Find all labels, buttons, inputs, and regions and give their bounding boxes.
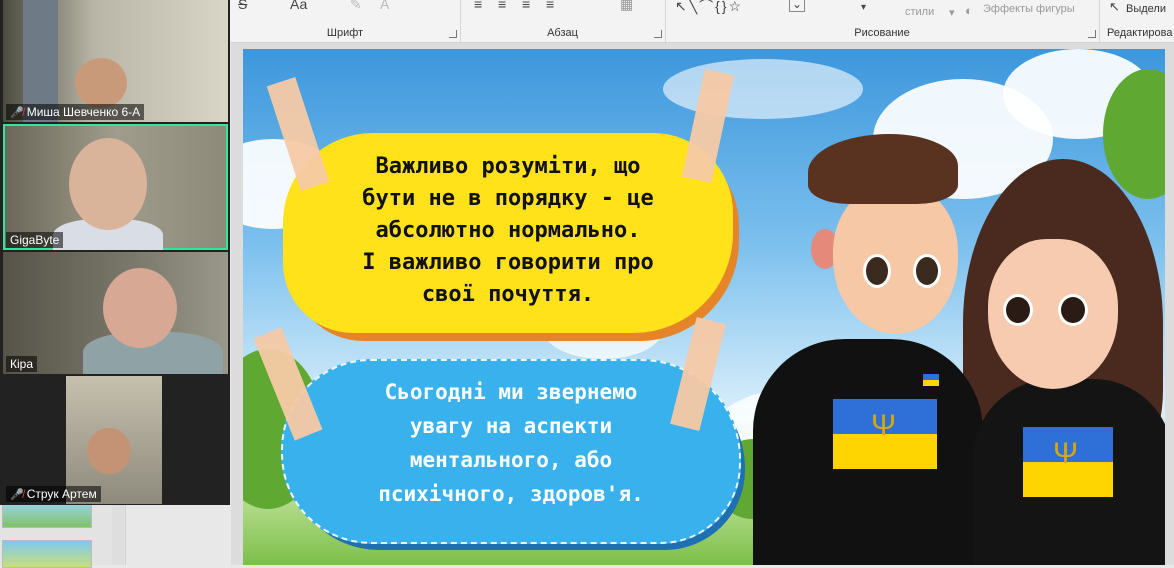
change-case-icon[interactable]: Аа (290, 0, 307, 12)
select-button[interactable]: Выдели (1126, 3, 1166, 15)
participant-head (75, 58, 127, 108)
quick-styles-label[interactable]: стили (905, 6, 934, 18)
drawing-group: ↖╲⌒{}☆ ⌄ ▾ стили ▾ ◐ Эффекты фигуры Рисо… (665, 0, 1100, 42)
align-right-icon[interactable]: ≡ (522, 0, 530, 12)
shape-effects-icon[interactable]: ◐ (965, 3, 973, 18)
boy-eye (863, 254, 891, 288)
text-line: ментального, або (409, 448, 613, 472)
text-line: бути не в порядку - це (362, 186, 654, 211)
boy-face (833, 184, 958, 334)
group-label-editing: Редактирова (1107, 27, 1173, 39)
participant-name: Миша Шевченко 6-А (26, 105, 141, 119)
participant-head (103, 268, 177, 348)
group-label-font: Шрифт (326, 27, 364, 39)
paragraph-group: ≡ ≡ ≡ ≡ ▦ Абзац (460, 0, 666, 42)
shape-effects-button[interactable]: Эффекты фигуры (983, 3, 1075, 15)
slide-thumbnail[interactable] (2, 540, 92, 568)
shapes-gallery-icon[interactable]: ↖╲⌒{}☆ (675, 0, 743, 16)
paragraph-dialog-launcher-icon[interactable] (654, 30, 662, 38)
video-participants-panel: 🎤̸ Миша Шевченко 6-А GigaByte Кіра 🎤̸ Ст… (0, 0, 230, 505)
trident-icon: Ψ (1053, 437, 1079, 470)
text-line: І важливо говорити про (362, 250, 654, 275)
shapes-more-icon[interactable]: ⌄ (789, 0, 805, 12)
text-line: увагу на аспекти (409, 414, 613, 438)
quick-styles-dropdown-icon[interactable]: ▾ (949, 6, 955, 19)
text-line: Сьогодні ми звернемо (384, 380, 638, 404)
participant-video-tile[interactable]: Кіра (3, 252, 228, 374)
small-flag-badge (923, 374, 939, 386)
participant-name: Струк Артем (26, 487, 97, 501)
slide-canvas[interactable]: Важливо розуміти, що бути не в порядку -… (231, 43, 1174, 565)
text-line: психічного, здоров'я. (378, 482, 644, 506)
text-line: свої почуття. (421, 282, 595, 307)
blue-cloud-text: Сьогодні ми звернемо увагу на аспекти ме… (321, 375, 701, 511)
arrange-dropdown-icon[interactable]: ▾ (861, 2, 866, 13)
yellow-speech-cloud: Важливо розуміти, що бути не в порядку -… (283, 133, 739, 341)
text-line: Важливо розуміти, що (375, 154, 641, 179)
participant-nameplate: 🎤̸ Струк Артем (6, 486, 101, 502)
participant-name: GigaByte (10, 233, 60, 247)
font-dialog-launcher-icon[interactable] (449, 30, 457, 38)
muted-mic-icon: 🎤̸ (10, 488, 24, 501)
select-cursor-icon[interactable]: ↖ (1109, 0, 1120, 15)
participant-head (87, 428, 131, 474)
text-line: абсолютно нормально. (375, 218, 641, 243)
yellow-cloud-text: Важливо розуміти, що бути не в порядку -… (313, 151, 703, 311)
align-center-icon[interactable]: ≡ (498, 0, 506, 12)
girl-eye (1003, 294, 1033, 326)
participant-name: Кіра (10, 357, 34, 371)
trident-icon: Ψ (871, 409, 897, 442)
participant-nameplate: 🎤̸ Миша Шевченко 6-А (6, 104, 145, 120)
drawing-dialog-launcher-icon[interactable] (1088, 30, 1096, 38)
highlight-icon[interactable]: ✎ (350, 0, 362, 13)
participant-video-tile[interactable]: 🎤̸ Миша Шевченко 6-А (3, 0, 228, 122)
ukraine-flag-print: Ψ (1023, 427, 1113, 497)
blue-speech-cloud: Сьогодні ми звернемо увагу на аспекти ме… (281, 359, 745, 550)
boy-hair (808, 134, 958, 204)
editing-group: ↖ Выдели Редактирова (1099, 0, 1174, 42)
boy-eye (913, 254, 941, 288)
font-color-icon[interactable]: A (380, 0, 389, 12)
align-left-icon[interactable]: ≡ (474, 0, 482, 12)
justify-icon[interactable]: ≡ (546, 0, 554, 12)
group-label-paragraph: Абзац (547, 27, 578, 39)
participant-head (69, 138, 147, 230)
participant-video-tile[interactable]: 🎤̸ Струк Артем (3, 376, 228, 504)
cloud-decoration (663, 59, 863, 119)
ribbon-toolbar: S Аа ✎ A Шрифт ≡ ≡ ≡ ≡ ▦ Абзац ↖╲⌒{}☆ ⌄ … (230, 0, 1174, 43)
ukraine-flag-print: Ψ (833, 399, 937, 469)
participant-nameplate: GigaByte (6, 232, 64, 248)
girl-eye (1058, 294, 1088, 326)
slide[interactable]: Важливо розуміти, що бути не в порядку -… (243, 49, 1165, 565)
strikethrough-icon[interactable]: S (238, 0, 247, 12)
smartart-icon[interactable]: ▦ (620, 0, 633, 13)
group-label-drawing: Рисование (854, 27, 910, 39)
participant-video-tile-active[interactable]: GigaByte (3, 124, 228, 250)
font-group: S Аа ✎ A Шрифт (230, 0, 461, 42)
participant-nameplate: Кіра (6, 356, 38, 372)
muted-mic-icon: 🎤̸ (10, 106, 24, 119)
